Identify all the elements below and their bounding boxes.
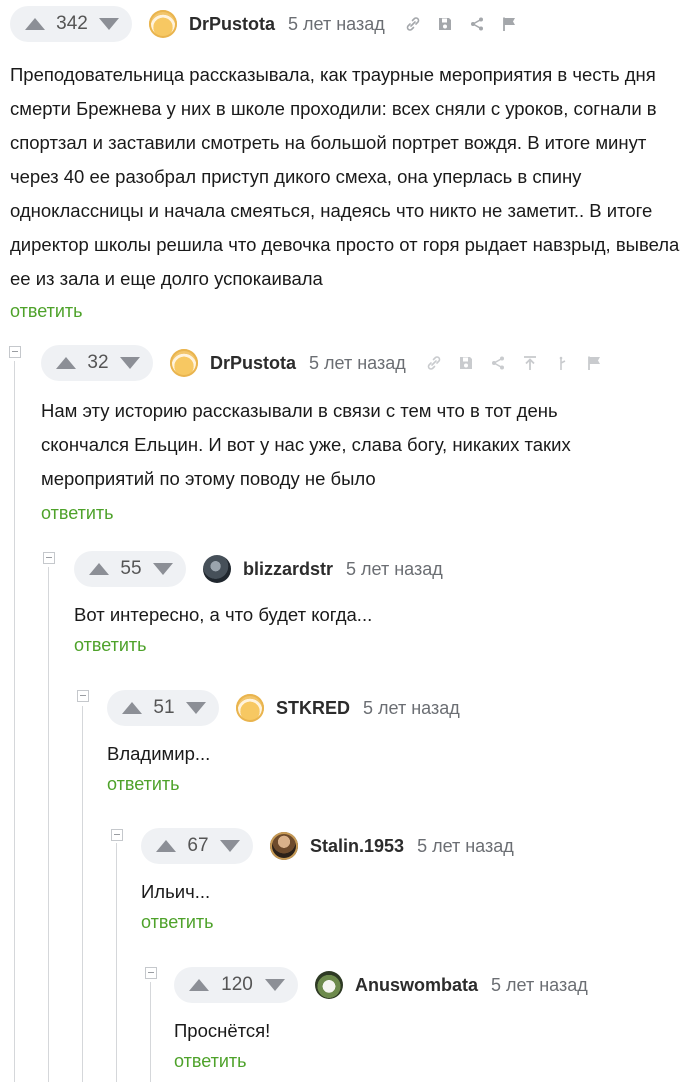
downvote-button[interactable] bbox=[119, 357, 140, 369]
comment: 120 Anuswombata 5 лет назад Проснётся! о… bbox=[174, 967, 700, 1072]
rating-control: 67 bbox=[141, 828, 253, 864]
upvote-button[interactable] bbox=[56, 357, 76, 369]
comment: 342 DrPustota 5 лет назад Преподовательн… bbox=[10, 6, 700, 322]
comment-text: Нам эту историю рассказывали в связи с т… bbox=[41, 400, 571, 489]
comment: 55 blizzardstr 5 лет назад Вот интересно… bbox=[74, 551, 700, 656]
link-icon[interactable] bbox=[426, 355, 442, 371]
thread-line bbox=[150, 982, 151, 1082]
flag-icon[interactable] bbox=[586, 355, 602, 371]
rating-count: 51 bbox=[153, 697, 175, 718]
comment-text: Вот интересно, а что будет когда... bbox=[74, 604, 373, 625]
author-name[interactable]: DrPustota bbox=[210, 353, 296, 374]
rating-control: 342 bbox=[10, 6, 132, 42]
share-icon[interactable] bbox=[490, 355, 506, 371]
to-top-icon[interactable] bbox=[522, 355, 538, 371]
downvote-button[interactable] bbox=[152, 563, 173, 575]
timestamp[interactable]: 5 лет назад bbox=[309, 353, 406, 374]
reply-link[interactable]: ответить bbox=[107, 774, 700, 795]
flag-icon[interactable] bbox=[501, 16, 517, 32]
dark-avatar[interactable] bbox=[203, 555, 231, 583]
comment-header: 51 STKRED 5 лет назад bbox=[107, 690, 700, 726]
wombat-avatar[interactable] bbox=[315, 971, 343, 999]
reply-link[interactable]: ответить bbox=[141, 912, 700, 933]
rating-control: 120 bbox=[174, 967, 298, 1003]
comment-text: Проснётся! bbox=[174, 1020, 271, 1041]
thread-line bbox=[116, 843, 117, 1082]
author-name[interactable]: Anuswombata bbox=[355, 975, 478, 996]
comment-header: 120 Anuswombata 5 лет назад bbox=[174, 967, 700, 1003]
downvote-button[interactable] bbox=[264, 979, 285, 991]
collapse-toggle[interactable] bbox=[145, 967, 157, 979]
rating-count: 342 bbox=[56, 13, 88, 34]
collapse-toggle[interactable] bbox=[111, 829, 123, 841]
downvote-button[interactable] bbox=[98, 18, 119, 30]
comment-text: Ильич... bbox=[141, 881, 211, 902]
share-icon[interactable] bbox=[469, 16, 485, 32]
rating-count: 32 bbox=[87, 352, 109, 373]
comment: 67 Stalin.1953 5 лет назад Ильич... отве… bbox=[141, 828, 700, 933]
rating-control: 55 bbox=[74, 551, 186, 587]
rating-count: 55 bbox=[120, 558, 142, 579]
rating-count: 120 bbox=[221, 974, 253, 995]
collapse-toggle[interactable] bbox=[77, 690, 89, 702]
author-name[interactable]: Stalin.1953 bbox=[310, 836, 404, 857]
timestamp[interactable]: 5 лет назад bbox=[363, 698, 460, 719]
thread-line bbox=[82, 706, 83, 1082]
thread-line bbox=[14, 361, 15, 1082]
save-icon[interactable] bbox=[437, 16, 453, 32]
upvote-button[interactable] bbox=[189, 979, 209, 991]
portrait-avatar[interactable] bbox=[270, 832, 298, 860]
pikabu-avatar[interactable] bbox=[149, 10, 177, 38]
collapse-toggle[interactable] bbox=[9, 346, 21, 358]
comment: 51 STKRED 5 лет назад Владимир... ответи… bbox=[107, 690, 700, 795]
rating-control: 51 bbox=[107, 690, 219, 726]
comment-header: 67 Stalin.1953 5 лет назад bbox=[141, 828, 700, 864]
comment-text: Владимир... bbox=[107, 743, 211, 764]
author-name[interactable]: DrPustota bbox=[189, 14, 275, 35]
comment: 32 DrPustota 5 лет назад Нам эту историю… bbox=[41, 345, 700, 524]
reply-link[interactable]: ответить bbox=[74, 635, 700, 656]
link-icon[interactable] bbox=[405, 16, 421, 32]
downvote-button[interactable] bbox=[185, 702, 206, 714]
pikabu-avatar[interactable] bbox=[170, 349, 198, 377]
timestamp[interactable]: 5 лет назад bbox=[417, 836, 514, 857]
rating-count: 67 bbox=[187, 835, 209, 856]
timestamp[interactable]: 5 лет назад bbox=[346, 559, 443, 580]
timestamp[interactable]: 5 лет назад bbox=[288, 14, 385, 35]
upvote-button[interactable] bbox=[89, 563, 109, 575]
pikabu-avatar[interactable] bbox=[236, 694, 264, 722]
save-icon[interactable] bbox=[458, 355, 474, 371]
upvote-button[interactable] bbox=[122, 702, 142, 714]
rating-control: 32 bbox=[41, 345, 153, 381]
comment-header: 342 DrPustota 5 лет назад bbox=[10, 6, 700, 42]
reply-link[interactable]: ответить bbox=[174, 1051, 700, 1072]
reply-link[interactable]: ответить bbox=[41, 503, 700, 524]
thread-line bbox=[48, 567, 49, 1082]
upvote-button[interactable] bbox=[25, 18, 45, 30]
branch-icon[interactable] bbox=[554, 355, 570, 371]
timestamp[interactable]: 5 лет назад bbox=[491, 975, 588, 996]
reply-link[interactable]: ответить bbox=[10, 301, 700, 322]
comment-header: 55 blizzardstr 5 лет назад bbox=[74, 551, 700, 587]
author-name[interactable]: blizzardstr bbox=[243, 559, 333, 580]
comment-text: Преподовательница рассказывала, как трау… bbox=[10, 64, 680, 289]
upvote-button[interactable] bbox=[156, 840, 176, 852]
collapse-toggle[interactable] bbox=[43, 552, 55, 564]
downvote-button[interactable] bbox=[219, 840, 240, 852]
comment-header: 32 DrPustota 5 лет назад bbox=[41, 345, 700, 381]
author-name[interactable]: STKRED bbox=[276, 698, 350, 719]
